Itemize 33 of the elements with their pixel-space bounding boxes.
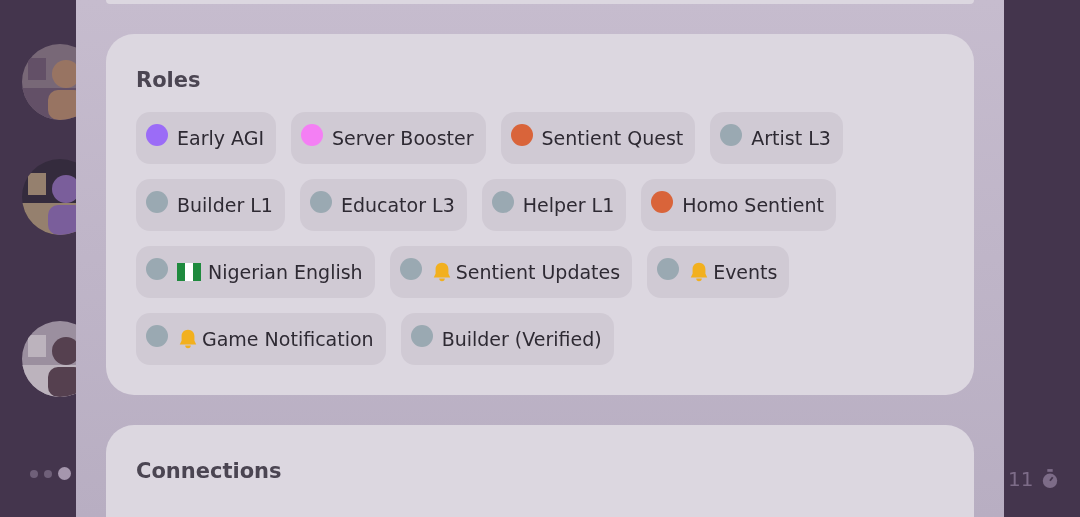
role-name: Sentient Quest	[541, 127, 684, 149]
role-tag[interactable]: Nigerian English	[136, 246, 375, 298]
bell-icon	[177, 328, 199, 350]
role-tag[interactable]: Artist L3	[710, 112, 843, 164]
role-tag[interactable]: Sentient Quest	[500, 112, 696, 164]
role-tag[interactable]: Sentient Updates	[389, 246, 633, 298]
role-tag[interactable]: Homo Sentient	[641, 179, 837, 231]
role-name: Builder (Verified)	[441, 328, 602, 350]
role-tag[interactable]: Server Booster	[291, 112, 486, 164]
role-name: Homo Sentient	[682, 194, 825, 216]
section-title: Connections	[136, 459, 283, 483]
role-tag[interactable]: Helper L1	[481, 179, 627, 231]
role-name: Nigerian English	[208, 261, 363, 283]
role-tag[interactable]: Events	[647, 246, 790, 298]
section-title: Roles	[136, 68, 202, 92]
role-name: Events	[713, 261, 778, 283]
role-tag[interactable]: Builder L1	[136, 179, 285, 231]
role-tag[interactable]: Game Notification	[136, 313, 386, 365]
role-name: Sentient Updates	[455, 261, 621, 283]
count-label: 11	[1008, 467, 1034, 491]
role-name: Helper L1	[522, 194, 615, 216]
role-tag[interactable]: Educator L3	[299, 179, 467, 231]
flag-icon	[177, 263, 201, 281]
role-name: Educator L3	[340, 194, 455, 216]
role-name: Early AGI	[177, 127, 264, 149]
page-dots-icon	[30, 467, 72, 480]
role-tag[interactable]: Builder (Verified)	[400, 313, 614, 365]
stopwatch-icon	[1041, 469, 1060, 489]
role-tag[interactable]: Early AGI	[136, 112, 276, 164]
role-name: Game Notification	[202, 328, 374, 350]
role-name: Builder L1	[177, 194, 273, 216]
role-name: Artist L3	[751, 127, 831, 149]
role-name: Server Booster	[332, 127, 474, 149]
